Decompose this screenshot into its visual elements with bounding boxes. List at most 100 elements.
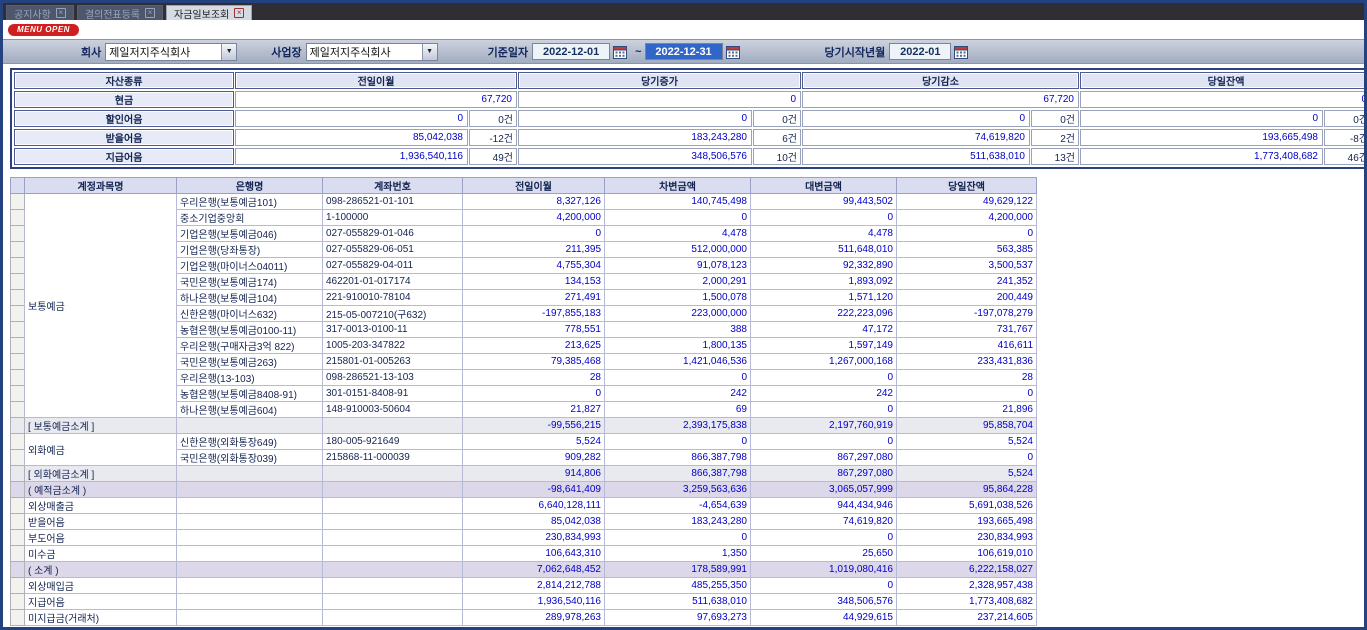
- row-selector-cell[interactable]: [11, 242, 25, 258]
- row-selector-cell[interactable]: [11, 434, 25, 450]
- credit-amount-cell: 1,267,000,168: [751, 354, 897, 370]
- account-name-cell: 받을어음: [25, 514, 177, 530]
- bank-name-cell: 우리은행(보통예금101): [177, 194, 323, 210]
- credit-amount-cell: 0: [751, 210, 897, 226]
- row-selector-cell[interactable]: [11, 482, 25, 498]
- detail-row[interactable]: 외화예금신한은행(외화통장649)180-005-9216495,524005,…: [11, 434, 1037, 450]
- tab-close-icon[interactable]: ×: [234, 8, 244, 18]
- detail-row[interactable]: 보통예금우리은행(보통예금101)098-286521-01-1018,327,…: [11, 194, 1037, 210]
- date-range-tilde: ~: [635, 46, 641, 58]
- calendar-icon[interactable]: [726, 45, 740, 59]
- debit-amount-cell: 91,078,123: [605, 258, 751, 274]
- row-selector-cell[interactable]: [11, 450, 25, 466]
- account-number-cell: 098-286521-13-103: [323, 370, 463, 386]
- daily-balance-cell: 237,214,605: [897, 610, 1037, 626]
- date-from-input[interactable]: 2022-12-01: [532, 43, 610, 60]
- daily-balance-cell: 3,500,537: [897, 258, 1037, 274]
- row-selector-cell[interactable]: [11, 402, 25, 418]
- tab-close-icon[interactable]: ×: [145, 8, 155, 18]
- prev-balance-cell: 271,491: [463, 290, 605, 306]
- debit-amount-cell: 1,800,135: [605, 338, 751, 354]
- summary-row: 현금67,720067,7200: [14, 91, 1367, 108]
- detail-row[interactable]: 외상매출금6,640,128,111-4,654,639944,434,9465…: [11, 498, 1037, 514]
- summary-amount-cell: 74,619,820: [802, 129, 1030, 146]
- row-selector-cell[interactable]: [11, 418, 25, 434]
- row-selector-cell[interactable]: [11, 514, 25, 530]
- detail-row[interactable]: 지급어음1,936,540,116511,638,010348,506,5761…: [11, 594, 1037, 610]
- menu-open-button[interactable]: MENU OPEN: [8, 24, 79, 36]
- prev-balance-cell: 2,814,212,788: [463, 578, 605, 594]
- detail-column-header: 대변금액: [751, 178, 897, 194]
- detail-row[interactable]: 받을어음85,042,038183,243,28074,619,820193,6…: [11, 514, 1037, 530]
- bank-name-cell: [177, 610, 323, 626]
- detail-row[interactable]: [ 외화예금소계 ]914,806866,387,798867,297,0805…: [11, 466, 1037, 482]
- prev-balance-cell: 79,385,468: [463, 354, 605, 370]
- row-selector-cell[interactable]: [11, 578, 25, 594]
- row-selector-cell[interactable]: [11, 370, 25, 386]
- tab-close-icon[interactable]: ×: [56, 8, 66, 18]
- row-selector-cell[interactable]: [11, 306, 25, 322]
- summary-amount-cell: 183,243,280: [518, 129, 752, 146]
- row-selector-cell[interactable]: [11, 226, 25, 242]
- debit-amount-cell: 4,478: [605, 226, 751, 242]
- debit-amount-cell: 223,000,000: [605, 306, 751, 322]
- detail-row[interactable]: 외상매입금2,814,212,788485,255,35002,328,957,…: [11, 578, 1037, 594]
- company-select[interactable]: 제일저지주식회사 ▼: [105, 43, 237, 61]
- row-selector-cell[interactable]: [11, 258, 25, 274]
- row-selector-cell[interactable]: [11, 210, 25, 226]
- daily-balance-cell: 0: [897, 450, 1037, 466]
- row-selector-cell[interactable]: [11, 354, 25, 370]
- date-to-input[interactable]: 2022-12-31: [645, 43, 723, 60]
- row-selector-cell[interactable]: [11, 322, 25, 338]
- row-selector-cell[interactable]: [11, 610, 25, 626]
- tab-자금일보조회[interactable]: 자금일보조회 ×: [166, 5, 252, 20]
- account-number-cell: 301-0151-8408-91: [323, 386, 463, 402]
- credit-amount-cell: 0: [751, 434, 897, 450]
- detail-row[interactable]: ( 소계 )7,062,648,452178,589,9911,019,080,…: [11, 562, 1037, 578]
- tab-결의전표등록[interactable]: 결의전표등록×: [77, 5, 163, 20]
- row-selector-cell[interactable]: [11, 274, 25, 290]
- prev-balance-cell: 0: [463, 226, 605, 242]
- detail-row[interactable]: 미지급금(거래처)289,978,26397,693,27344,929,615…: [11, 610, 1037, 626]
- daily-balance-cell: 0: [897, 226, 1037, 242]
- prev-balance-cell: 8,327,126: [463, 194, 605, 210]
- tab-공지사항[interactable]: 공지사항×: [6, 5, 74, 20]
- row-selector-cell[interactable]: [11, 546, 25, 562]
- account-name-cell: 외상매출금: [25, 498, 177, 514]
- calendar-icon[interactable]: [613, 45, 627, 59]
- row-selector-cell[interactable]: [11, 466, 25, 482]
- bank-name-cell: 기업은행(당좌통장): [177, 242, 323, 258]
- period-start-input[interactable]: 2022-01: [889, 43, 951, 60]
- row-selector-cell[interactable]: [11, 290, 25, 306]
- prev-balance-cell: 0: [463, 386, 605, 402]
- detail-column-header: 전일이월: [463, 178, 605, 194]
- prev-balance-cell: 6,640,128,111: [463, 498, 605, 514]
- summary-amount-cell: 0: [802, 110, 1030, 127]
- row-selector-cell[interactable]: [11, 338, 25, 354]
- credit-amount-cell: 242: [751, 386, 897, 402]
- asset-type-cell: 현금: [14, 91, 234, 108]
- detail-row[interactable]: [ 보통예금소계 ]-99,556,2152,393,175,8382,197,…: [11, 418, 1037, 434]
- summary-amount-cell: 0: [235, 110, 468, 127]
- detail-row[interactable]: 미수금106,643,3101,35025,650106,619,010: [11, 546, 1037, 562]
- row-selector-cell[interactable]: [11, 498, 25, 514]
- bank-name-cell: 우리은행(13-103): [177, 370, 323, 386]
- row-selector-cell[interactable]: [11, 530, 25, 546]
- asset-summary-table: 자산종류전일이월당기증가당기감소당일잔액현금67,720067,7200할인어음…: [10, 68, 1367, 169]
- row-selector-cell[interactable]: [11, 194, 25, 210]
- account-number-cell: [323, 530, 463, 546]
- account-number-cell: 215-05-007210(구632): [323, 306, 463, 322]
- row-selector-cell[interactable]: [11, 386, 25, 402]
- daily-balance-cell: 21,896: [897, 402, 1037, 418]
- row-selector-cell[interactable]: [11, 562, 25, 578]
- detail-row[interactable]: 부도어음230,834,99300230,834,993: [11, 530, 1037, 546]
- calendar-icon[interactable]: [954, 45, 968, 59]
- detail-row[interactable]: ( 예적금소계 )-98,641,4093,259,563,6363,065,0…: [11, 482, 1037, 498]
- row-selector-cell[interactable]: [11, 594, 25, 610]
- tab-label: 자금일보조회: [174, 6, 229, 21]
- debit-amount-cell: 866,387,798: [605, 466, 751, 482]
- bank-name-cell: 농협은행(보통예금8408-91): [177, 386, 323, 402]
- site-select[interactable]: 제일저지주식회사 ▼: [306, 43, 438, 61]
- debit-amount-cell: 183,243,280: [605, 514, 751, 530]
- daily-balance-cell: 6,222,158,027: [897, 562, 1037, 578]
